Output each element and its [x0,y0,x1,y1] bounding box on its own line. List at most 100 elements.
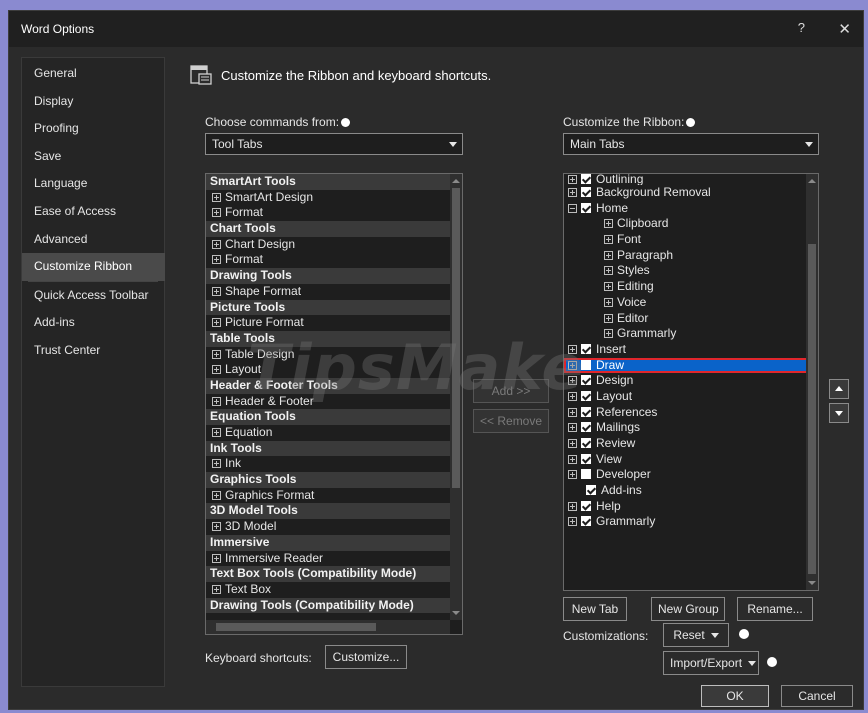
expand-plus-icon[interactable] [212,286,221,296]
expand-plus-icon[interactable] [568,470,577,480]
expand-plus-icon[interactable] [212,365,221,375]
customize-ribbon-combo[interactable]: Main Tabs [563,133,819,155]
command-group-header[interactable]: Drawing Tools [206,268,462,284]
scroll-up-icon[interactable] [452,179,460,183]
command-group-header[interactable]: SmartArt Tools [206,174,462,190]
ribbon-tab-item[interactable]: Review [564,436,818,452]
ribbon-tab-item[interactable]: Draw [564,357,818,374]
commands-list-hscroll[interactable] [206,620,450,634]
expand-plus-icon[interactable] [212,428,221,437]
command-group-header[interactable]: Ink Tools [206,440,462,457]
command-group-header[interactable]: Picture Tools [206,299,462,316]
ribbon-group-item[interactable]: Voice [564,295,818,311]
help-button[interactable]: ? [798,20,805,35]
nav-add-ins[interactable]: Add-ins [22,309,164,337]
ribbon-tab-item[interactable]: Help [564,499,818,515]
expand-plus-icon[interactable] [212,208,221,218]
ribbon-tabs-list[interactable]: Outlining Background Removal Home Clipboard… [563,173,819,591]
nav-general[interactable]: General [22,60,164,88]
ribbon-tab-item[interactable]: Layout [564,389,818,405]
expand-plus-icon[interactable] [212,396,221,406]
expand-plus-icon[interactable] [604,235,613,245]
command-group-header[interactable]: Chart Tools [206,221,462,237]
scroll-down-icon[interactable] [808,581,816,585]
ribbon-group-item[interactable]: Editing [564,279,818,295]
ribbon-group-item[interactable]: Clipboard [564,216,818,232]
expand-plus-icon[interactable] [604,219,613,229]
new-group-button[interactable]: New Group [651,597,725,621]
ok-button[interactable]: OK [701,685,769,707]
ribbon-tab-item[interactable]: Mailings [564,420,818,436]
expand-plus-icon[interactable] [568,423,577,433]
expand-plus-icon[interactable] [568,439,577,448]
cancel-button[interactable]: Cancel [781,685,853,707]
nav-advanced[interactable]: Advanced [22,226,164,254]
command-group-header[interactable]: Equation Tools [206,409,462,425]
expand-plus-icon[interactable] [212,553,221,563]
checkbox-checked-icon[interactable] [581,438,591,448]
ribbon-tab-item[interactable]: Home [564,201,818,217]
new-tab-button[interactable]: New Tab [563,597,627,621]
info-icon[interactable] [767,657,777,667]
command-list-item[interactable]: Immersive Reader [206,551,462,567]
command-list-item[interactable]: Graphics Format [206,488,462,504]
checkbox-checked-icon[interactable] [581,202,591,213]
checkbox-checked-icon[interactable] [586,485,596,496]
expand-plus-icon[interactable] [604,250,613,260]
expand-plus-icon[interactable] [604,266,613,276]
checkbox-checked-icon[interactable] [581,187,591,197]
command-list-item[interactable]: Chart Design [206,237,462,253]
command-list-item[interactable]: Format [206,252,462,268]
command-list-item[interactable]: Text Box [206,582,462,598]
expand-plus-icon[interactable] [604,282,613,292]
ribbon-group-item[interactable]: Styles [564,263,818,279]
nav-quick-access-toolbar[interactable]: Quick Access Toolbar [22,282,164,310]
expand-plus-icon[interactable] [212,318,221,328]
ribbon-tab-item[interactable]: References [564,405,818,421]
command-list-item[interactable]: SmartArt Design [206,190,462,206]
scroll-thumb[interactable] [216,623,376,631]
expand-plus-icon[interactable] [212,459,221,469]
command-group-header[interactable]: Drawing Tools (Compatibility Mode) [206,597,462,614]
ribbon-tab-item[interactable]: Design [564,373,818,389]
ribbon-tabs-vscroll[interactable] [806,174,818,590]
collapse-minus-icon[interactable] [568,203,577,213]
ribbon-tab-item[interactable]: Add-ins [564,483,818,499]
checkbox-unchecked-icon[interactable] [581,469,591,480]
checkbox-checked-icon[interactable] [581,174,591,184]
command-list-item[interactable]: Shape Format [206,284,462,300]
commands-list[interactable]: SmartArt Tools SmartArt Design Format Chart… [205,173,463,635]
choose-commands-combo[interactable]: Tool Tabs [205,133,463,155]
remove-button[interactable]: << Remove [473,409,549,433]
command-list-item[interactable]: Picture Format [206,315,462,331]
ribbon-group-item[interactable]: Paragraph [564,248,818,264]
ribbon-tab-item[interactable]: Background Removal [564,185,818,201]
move-down-button[interactable] [829,403,849,423]
checkbox-checked-icon[interactable] [581,406,591,417]
ribbon-tab-item[interactable]: Grammarly [564,514,818,530]
command-list-item[interactable]: Ink [206,456,462,472]
ribbon-group-item[interactable]: Font [564,232,818,248]
scroll-thumb[interactable] [808,244,816,574]
info-icon[interactable] [739,629,749,639]
expand-plus-icon[interactable] [604,297,613,307]
ribbon-group-item[interactable]: Grammarly [564,326,818,342]
expand-plus-icon[interactable] [604,313,613,323]
checkbox-checked-icon[interactable] [581,500,591,511]
command-list-item[interactable]: Equation [206,425,462,441]
command-group-header[interactable]: Text Box Tools (Compatibility Mode) [206,566,462,582]
expand-plus-icon[interactable] [568,175,577,184]
checkbox-checked-icon[interactable] [581,516,591,527]
close-button[interactable]: ✕ [838,20,851,38]
expand-plus-icon[interactable] [568,454,577,464]
expand-plus-icon[interactable] [212,490,221,500]
command-group-header[interactable]: 3D Model Tools [206,503,462,520]
ribbon-tab-item[interactable]: Developer [564,467,818,483]
expand-plus-icon[interactable] [568,407,577,417]
nav-trust-center[interactable]: Trust Center [22,337,164,365]
ribbon-group-item[interactable]: Editor [564,311,818,327]
command-list-item[interactable]: Format [206,205,462,221]
expand-plus-icon[interactable] [604,329,613,339]
command-group-header[interactable]: Graphics Tools [206,472,462,488]
checkbox-checked-icon[interactable] [581,453,591,464]
